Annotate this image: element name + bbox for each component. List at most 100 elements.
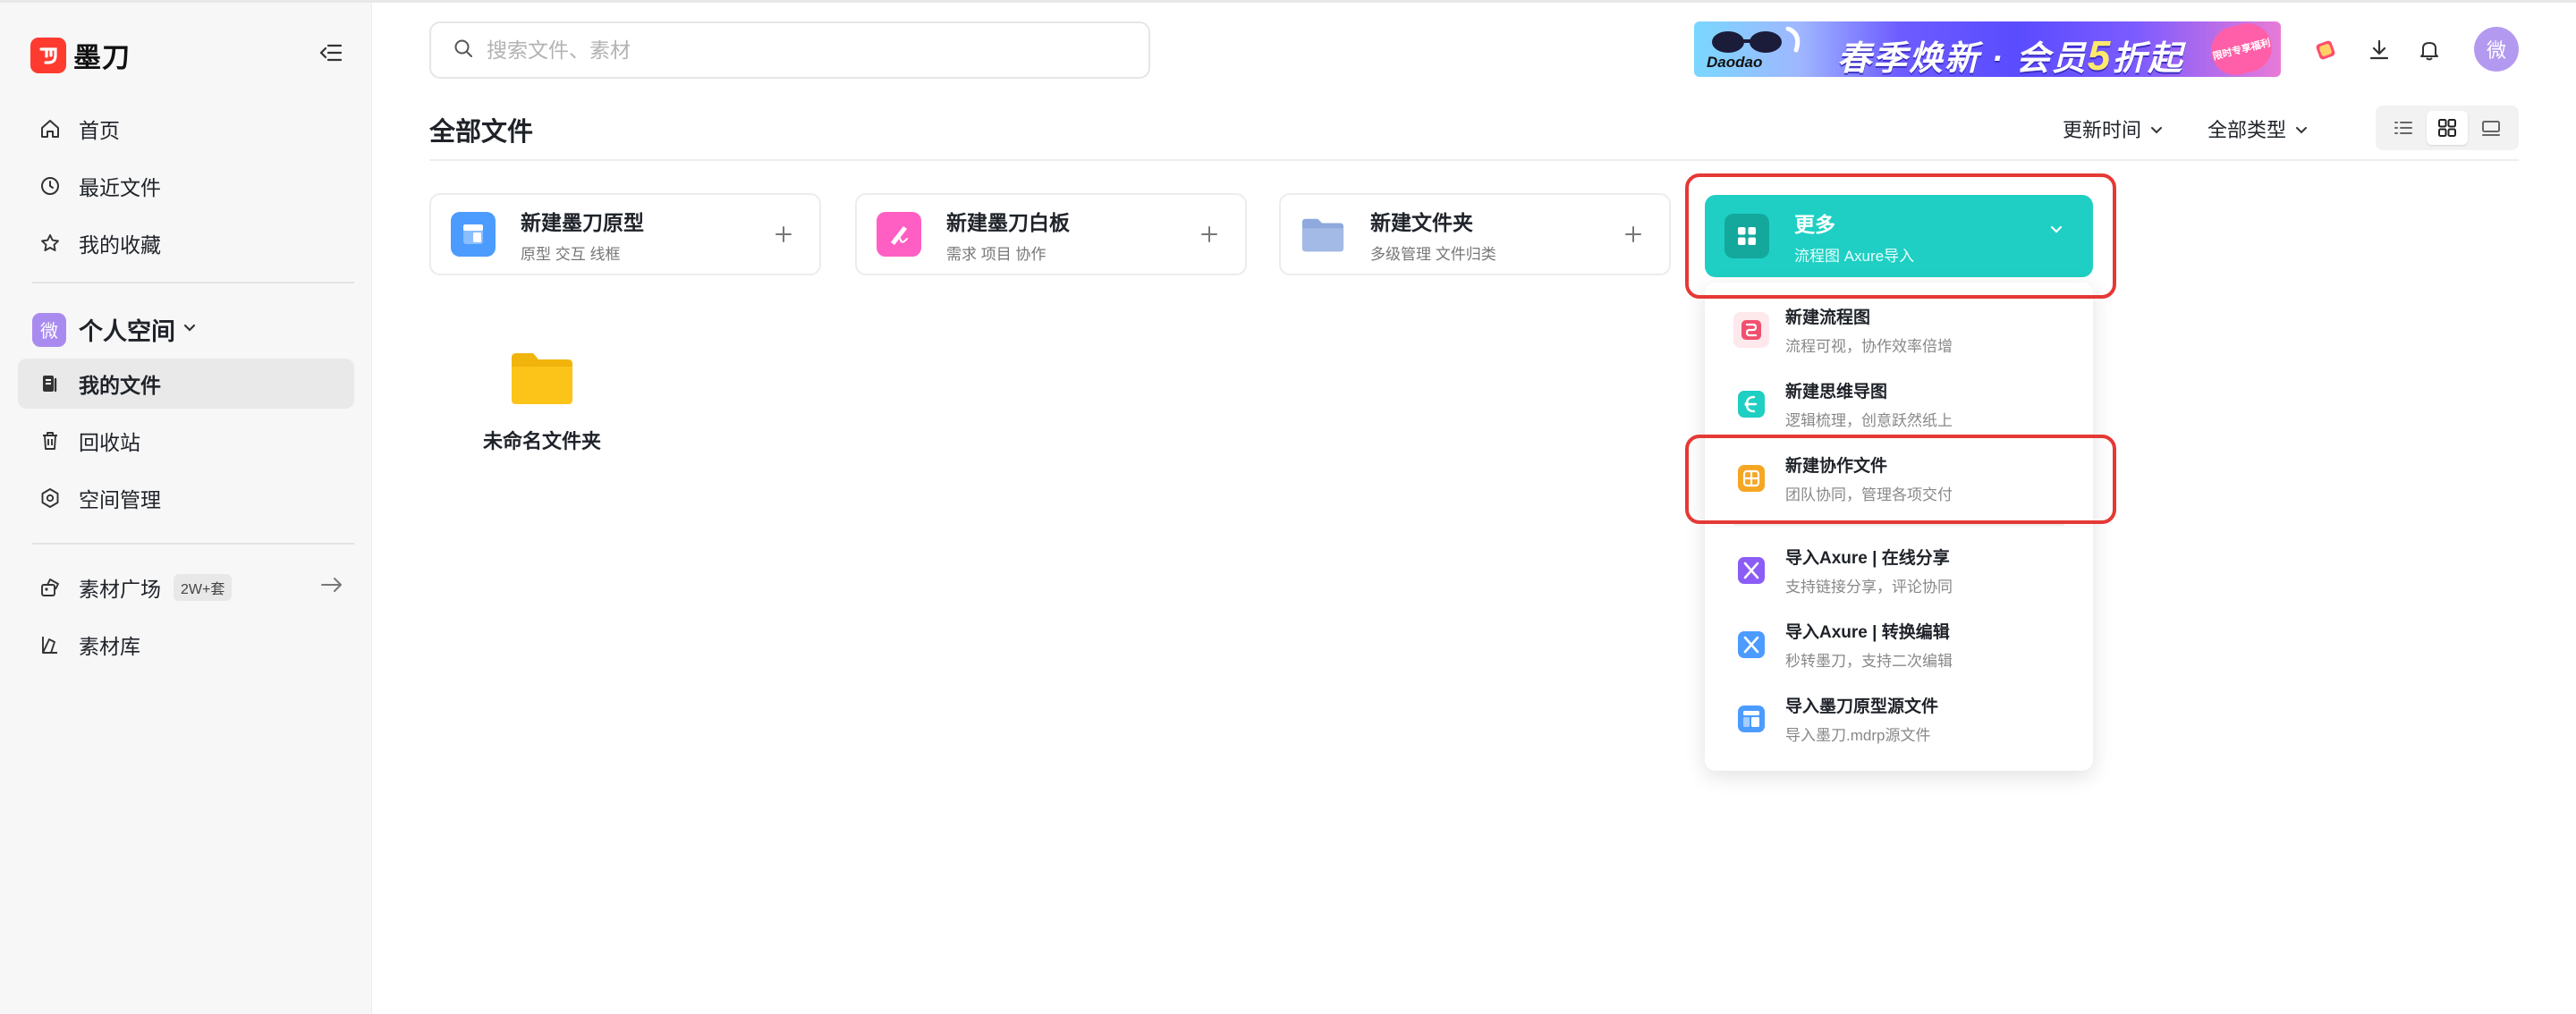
menu-item-title: 导入Axure | 转换编辑 [1785,623,1950,642]
card-text: 新建墨刀白板 需求 项目 协作 [946,206,1070,264]
view-mode-toggle [2376,106,2519,150]
banner-sticker: 限时专享福利 [2206,21,2277,77]
menu-item-import-axure-convert[interactable]: 导入Axure | 转换编辑 秒转墨刀，支持二次编辑 [1705,608,2093,681]
sidebar-item-label: 空间管理 [79,488,161,511]
space-avatar: 微 [32,312,66,347]
sidebar-item-favorites[interactable]: 我的收藏 [18,218,354,268]
card-subtitle: 多级管理 文件归类 [1370,245,1496,263]
search-box[interactable] [429,21,1150,79]
menu-item-subtitle: 流程可视，协作效率倍增 [1785,338,1953,355]
sidebar-item-asset-library[interactable]: 素材库 [18,620,354,670]
library-icon [38,632,63,657]
menu-item-import-mdrp[interactable]: 导入墨刀原型源文件 导入墨刀.mdrp源文件 [1705,682,2093,756]
sidebar-divider [32,282,354,283]
search-input[interactable] [487,38,1113,63]
banner-headline-num: 5 [2087,32,2113,77]
file-item-folder[interactable]: 未命名文件夹 [479,351,605,454]
new-whiteboard-card[interactable]: 新建墨刀白板 需求 项目 协作 [855,193,1247,275]
app-logo[interactable]: 墨刀 [30,35,131,75]
sidebar-item-label: 回收站 [79,431,140,454]
menu-item-subtitle: 支持链接分享，评论协同 [1785,579,1953,596]
plus-icon[interactable] [1193,218,1225,250]
menu-item-subtitle: 导入墨刀.mdrp源文件 [1785,727,1931,744]
sidebar-item-label: 首页 [79,119,120,142]
menu-item-text: 新建思维导图 逻辑梳理，创意跃然纸上 [1785,378,1953,430]
menu-item-title: 导入Axure | 在线分享 [1785,549,1950,568]
sidebar-item-home[interactable]: 首页 [18,104,354,154]
menu-item-text: 导入Axure | 在线分享 支持链接分享，评论协同 [1785,545,1953,596]
card-title: 新建墨刀原型 [521,210,644,234]
collapse-sidebar-icon[interactable] [317,38,345,67]
new-folder-card[interactable]: 新建文件夹 多级管理 文件归类 [1279,193,1671,275]
new-prototype-card[interactable]: 新建墨刀原型 原型 交互 线框 [429,193,821,275]
banner-headline-a: 春季焕新 · 会员 [1837,40,2088,77]
promo-banner[interactable]: Daodao 春季焕新 · 会员5折起 限时专享福利 [1694,21,2281,77]
card-title: 新建文件夹 [1370,210,1473,234]
sidebar-divider [32,543,354,545]
menu-item-title: 导入墨刀原型源文件 [1785,697,1939,716]
toolbar-divider [429,159,2519,161]
sidebar-item-space-settings[interactable]: 空间管理 [18,473,354,523]
axure-convert-icon [1733,627,1769,663]
clock-icon [38,173,63,199]
logo-mark-icon [30,37,66,73]
space-title: 个人空间 [79,318,175,345]
user-avatar[interactable]: 微 [2474,27,2519,72]
banner-brand: Daodao [1707,54,1763,71]
card-subtitle: 需求 项目 协作 [946,245,1046,263]
folder-icon [510,351,574,406]
arrow-right-icon[interactable] [320,575,343,600]
menu-item-text: 导入墨刀原型源文件 导入墨刀.mdrp源文件 [1785,693,1938,745]
menu-item-text: 新建流程图 流程可视，协作效率倍增 [1785,304,1953,356]
download-icon[interactable] [2363,34,2395,66]
assets-icon [38,575,63,600]
plus-icon[interactable] [1617,218,1649,250]
sidebar-item-asset-plaza[interactable]: 素材广场 2W+套 [18,562,354,613]
menu-item-new-flowchart[interactable]: 新建流程图 流程可视，协作效率倍增 [1705,293,2093,367]
star-icon [38,231,63,256]
gift-icon[interactable] [2309,34,2342,66]
menu-item-subtitle: 逻辑梳理，创意跃然纸上 [1785,412,1953,429]
mindmap-icon [1733,386,1769,422]
flowchart-icon [1733,312,1769,348]
space-nav: 我的文件 回收站 空间管理 [18,359,354,530]
card-text: 新建墨刀原型 原型 交互 线框 [521,206,644,264]
mdrp-icon [1733,701,1769,737]
menu-item-import-axure-share[interactable]: 导入Axure | 在线分享 支持链接分享，评论协同 [1705,534,2093,607]
card-view-icon[interactable] [2470,111,2512,145]
menu-divider [1733,524,2064,526]
sidebar: 墨刀 首页 最近文件 我的收藏 微 个人空间 我的文件 回收站 空间管理 素材广… [0,3,372,1014]
sidebar-item-label: 素材库 [79,635,140,658]
sidebar-item-label: 我的收藏 [79,233,161,257]
sidebar-item-recent[interactable]: 最近文件 [18,161,354,211]
sidebar-item-my-files[interactable]: 我的文件 [18,359,354,409]
card-text: 新建文件夹 多级管理 文件归类 [1370,206,1496,264]
home-icon [38,116,63,141]
menu-item-new-mindmap[interactable]: 新建思维导图 逻辑梳理，创意跃然纸上 [1705,368,2093,441]
sidebar-item-label: 我的文件 [79,374,161,397]
type-filter-dropdown[interactable]: 全部类型 [2207,114,2308,143]
page-title: 全部文件 [429,118,534,147]
space-switcher[interactable]: 微 个人空间 [32,312,197,347]
sort-dropdown[interactable]: 更新时间 [2063,114,2163,143]
banner-headline-b: 折起 [2112,40,2184,77]
card-subtitle: 原型 交互 线框 [521,245,621,263]
banner-headline: 春季焕新 · 会员5折起 [1837,30,2183,77]
type-filter-label: 全部类型 [2207,119,2287,141]
settings-icon [38,486,63,511]
more-dropdown-menu: 新建流程图 流程可视，协作效率倍增 新建思维导图 逻辑梳理，创意跃然纸上 新建协… [1705,283,2093,771]
sidebar-item-label: 最近文件 [79,176,161,199]
highlight-box-more [1685,173,2116,299]
grid-view-icon[interactable] [2426,111,2468,145]
trash-icon [38,428,63,453]
plus-icon[interactable] [767,218,800,250]
sidebar-item-trash[interactable]: 回收站 [18,416,354,466]
asset-count-badge: 2W+套 [174,574,233,601]
chevron-down-icon [2295,117,2308,140]
chevron-down-icon [182,322,197,338]
menu-item-title: 新建思维导图 [1785,383,1888,401]
whiteboard-icon [877,212,921,257]
bell-icon[interactable] [2413,34,2445,66]
list-view-icon[interactable] [2383,111,2424,145]
primary-nav: 首页 最近文件 我的收藏 [18,104,354,275]
